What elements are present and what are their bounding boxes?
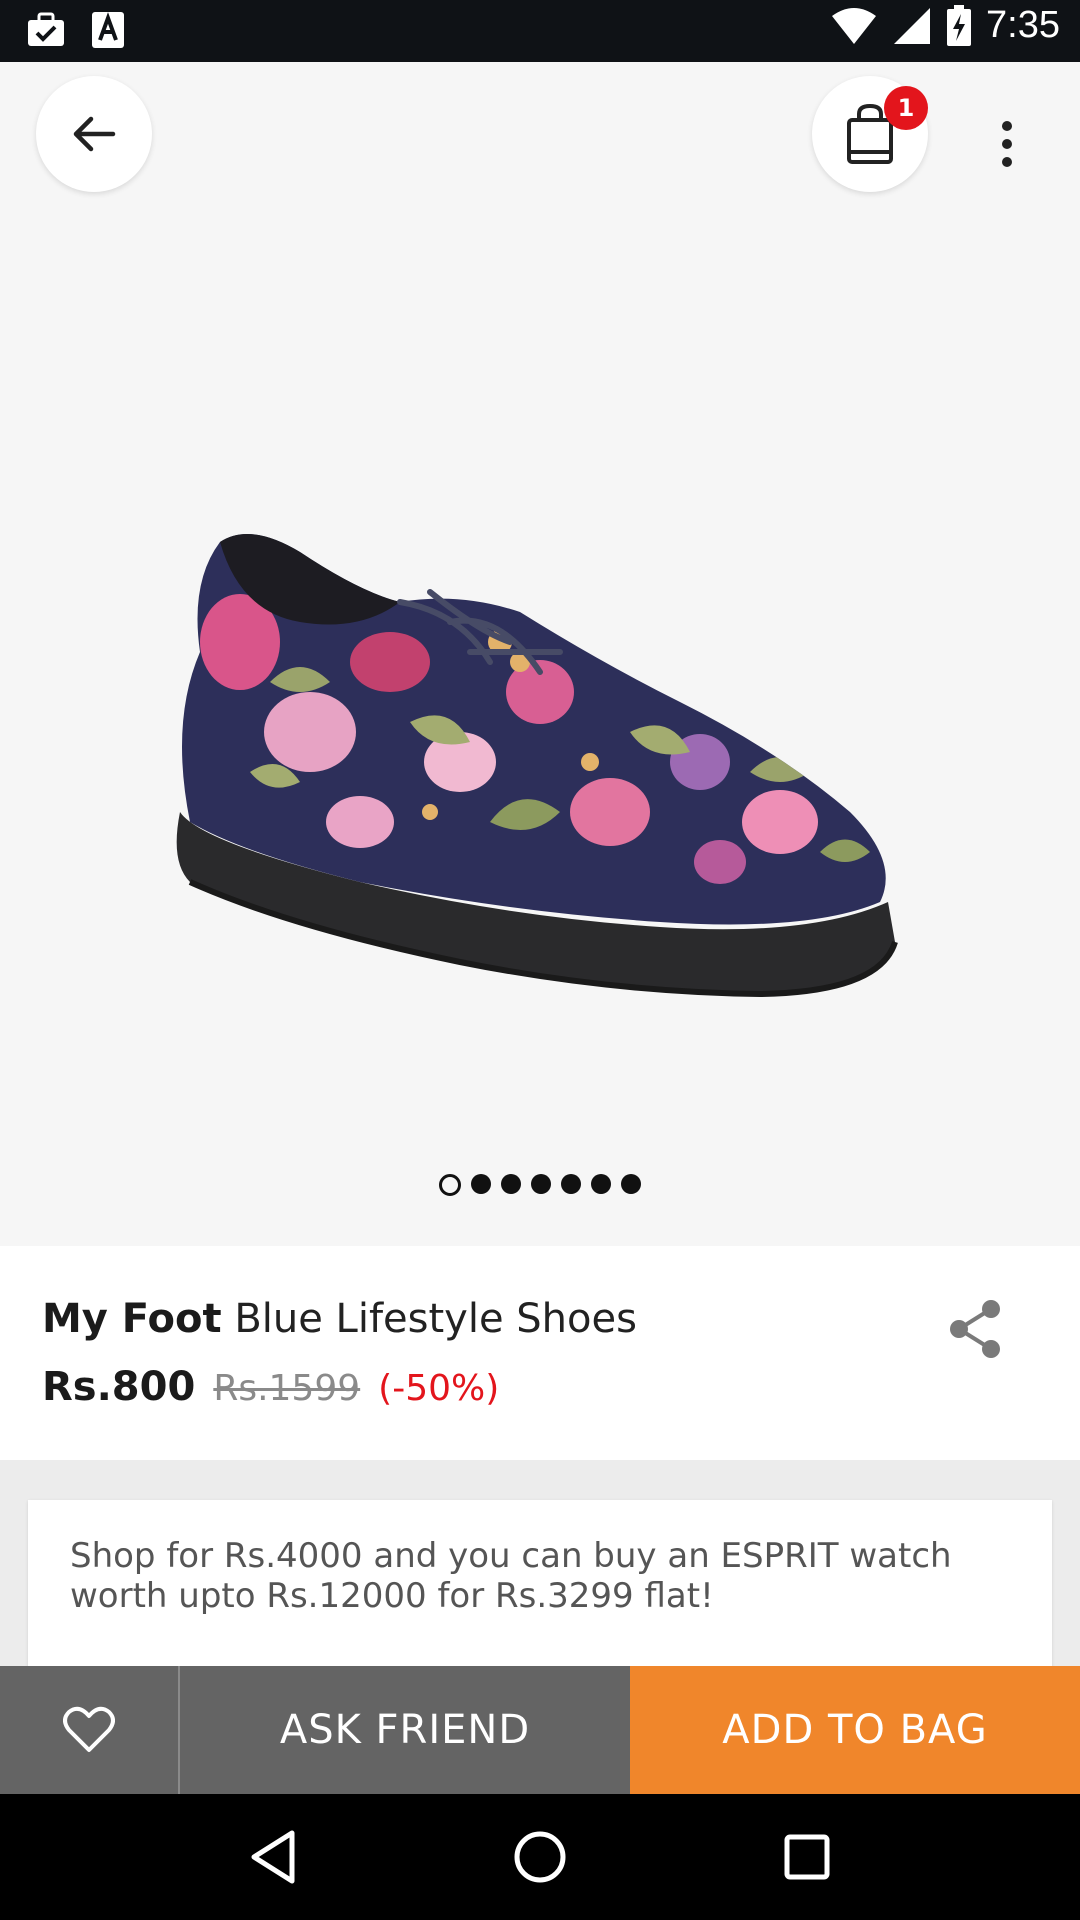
status-bar: 7:35 [0, 0, 1080, 62]
status-system: 7:35 [830, 4, 1060, 47]
more-vertical-icon [1002, 121, 1012, 167]
system-nav-bar [0, 1794, 1080, 1920]
status-time: 7:35 [986, 4, 1060, 46]
product-name: Blue Lifestyle Shoes [234, 1296, 637, 1342]
product-mrp: Rs.1599 [213, 1368, 361, 1409]
status-notifications [26, 10, 126, 50]
product-gallery[interactable]: 1 [0, 62, 1080, 1246]
offers-section: Shop for Rs.4000 and you can buy an ESPR… [0, 1460, 1080, 1700]
offer-text: Shop for Rs.4000 and you can buy an ESPR… [70, 1536, 952, 1616]
pagination-dot[interactable] [621, 1174, 641, 1194]
pagination-dot[interactable] [439, 1174, 461, 1196]
nav-recents-icon [784, 1834, 830, 1880]
heart-icon [63, 1706, 115, 1752]
pagination-dot[interactable] [561, 1174, 581, 1194]
action-bar: ASK FRIEND ADD TO BAG [0, 1666, 1080, 1794]
product-price: Rs.800 [42, 1364, 196, 1410]
pagination-dot[interactable] [501, 1174, 521, 1194]
pagination-dot[interactable] [471, 1174, 491, 1194]
gallery-pagination[interactable] [0, 1174, 1080, 1196]
nav-home-icon [514, 1831, 566, 1883]
back-button[interactable] [36, 76, 152, 192]
briefcase-check-icon [28, 12, 64, 46]
pagination-dot[interactable] [531, 1174, 551, 1194]
more-options-button[interactable] [980, 110, 1034, 178]
shopping-bag-button[interactable]: 1 [812, 76, 928, 192]
wishlist-button[interactable] [0, 1666, 180, 1794]
nav-home-button[interactable] [500, 1817, 580, 1897]
nav-back-button[interactable] [233, 1817, 313, 1897]
price-row: Rs.800 Rs.1599 (-50%) [42, 1364, 499, 1410]
wifi-icon [832, 7, 877, 44]
bag-count-badge: 1 [884, 86, 928, 130]
pagination-dot[interactable] [591, 1174, 611, 1194]
discount-percent: (-50%) [378, 1368, 500, 1409]
product-title: My Foot Blue Lifestyle Shoes [42, 1296, 637, 1342]
ask-friend-button[interactable]: ASK FRIEND [180, 1666, 630, 1794]
font-a-icon [92, 12, 124, 48]
product-brand: My Foot [42, 1296, 222, 1342]
share-icon [950, 1300, 1000, 1358]
product-image[interactable] [160, 522, 940, 1062]
nav-recents-button[interactable] [767, 1817, 847, 1897]
add-to-bag-button[interactable]: ADD TO BAG [630, 1666, 1080, 1794]
battery-charging-icon [947, 4, 972, 46]
product-info: My Foot Blue Lifestyle Shoes Rs.800 Rs.1… [0, 1246, 1080, 1460]
arrow-left-icon [73, 116, 116, 152]
share-button[interactable] [940, 1294, 1010, 1364]
signal-icon [894, 7, 931, 44]
nav-back-icon [251, 1830, 295, 1884]
